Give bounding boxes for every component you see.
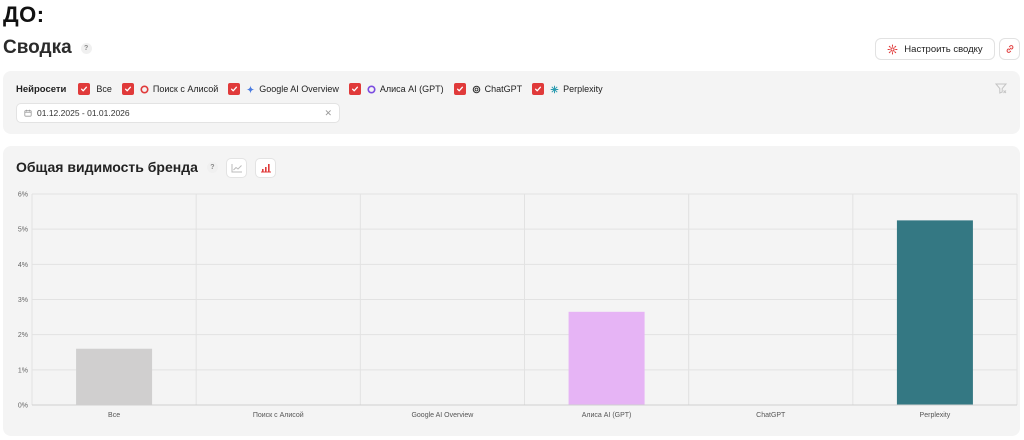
filter-google-ai-overview[interactable]: Google AI Overview xyxy=(228,83,339,95)
y-tick-label: 5% xyxy=(18,227,28,234)
filters-label: Нейросети xyxy=(16,83,67,95)
bar xyxy=(568,311,645,405)
sparkle-icon xyxy=(246,84,255,94)
filter-perplexity[interactable]: Perplexity xyxy=(532,83,603,95)
x-tick-label: Поиск с Алисой xyxy=(253,411,304,419)
filter-label: Все xyxy=(96,84,112,94)
customize-summary-label: Настроить сводку xyxy=(904,43,983,55)
filter-all[interactable]: Все xyxy=(78,83,112,95)
alice-ring-icon xyxy=(140,84,149,94)
x-tick-label: Все xyxy=(108,412,120,419)
y-tick-label: 2% xyxy=(18,332,28,339)
chatgpt-icon xyxy=(472,85,480,93)
filter-label: ChatGPT xyxy=(484,84,523,94)
filter-alice-ai-gpt[interactable]: Алиса AI (GPT) xyxy=(348,83,444,95)
x-tick-label: Google AI Overview xyxy=(411,412,474,419)
filter-alice-search[interactable]: Поиск с Алисой xyxy=(121,83,219,95)
date-range-value: 01.12.2025 - 01.01.2026 xyxy=(37,108,130,118)
before-label: ДО: xyxy=(3,2,45,27)
checkbox-checked[interactable] xyxy=(121,83,134,95)
checkbox-checked[interactable] xyxy=(532,83,545,95)
y-tick-label: 0% xyxy=(18,403,28,410)
brand-visibility-panel: Общая видимость бренда ? 0% 1% 2% 3% 4% 5% 6% В… xyxy=(3,146,1020,436)
filter-label: Поиск с Алисой xyxy=(152,84,219,94)
checkbox-checked[interactable] xyxy=(78,83,91,95)
brand-visibility-chart: 0% 1% 2% 3% 4% 5% 6% Все Поиск с Алисой Google AI… xyxy=(18,192,1018,419)
y-tick-label: 1% xyxy=(18,367,28,374)
alice-ai-ring-icon xyxy=(367,84,376,94)
y-tick-label: 3% xyxy=(18,297,28,304)
bar xyxy=(76,348,153,405)
filter-label: Perplexity xyxy=(563,84,603,94)
x-tick-label: ChatGPT xyxy=(756,412,786,419)
clear-filters-icon[interactable] xyxy=(995,82,1007,94)
x-tick-label: Perplexity xyxy=(920,412,951,419)
clear-date-icon[interactable]: ✕ xyxy=(324,108,332,119)
filter-panel: Нейросети Все Поиск с Алисой Google AI O… xyxy=(3,71,1020,134)
link-icon xyxy=(1006,45,1013,53)
ai-filters-row: Нейросети Все Поиск с Алисой Google AI O… xyxy=(16,82,613,96)
calendar-icon xyxy=(24,109,32,117)
gear-icon xyxy=(887,44,898,54)
date-range-input[interactable]: 01.12.2025 - 01.01.2026 ✕ xyxy=(16,103,340,123)
page-title: Сводка ? xyxy=(3,37,92,59)
share-link-button[interactable] xyxy=(999,38,1020,60)
filter-chatgpt[interactable]: ChatGPT xyxy=(453,83,523,95)
customize-summary-button[interactable]: Настроить сводку xyxy=(875,38,995,60)
page-title-text: Сводка xyxy=(3,37,72,58)
checkbox-checked[interactable] xyxy=(453,83,466,95)
checkbox-checked[interactable] xyxy=(348,83,361,95)
filter-label: Алиса AI (GPT) xyxy=(379,84,444,94)
bar xyxy=(896,220,973,405)
checkbox-checked[interactable] xyxy=(228,83,241,95)
y-tick-label: 6% xyxy=(18,192,28,199)
help-icon[interactable]: ? xyxy=(80,42,92,54)
filter-label: Google AI Overview xyxy=(259,84,339,94)
perplexity-icon xyxy=(550,85,559,93)
y-tick-label: 4% xyxy=(18,262,28,269)
x-tick-label: Алиса AI (GPT) xyxy=(582,412,632,419)
